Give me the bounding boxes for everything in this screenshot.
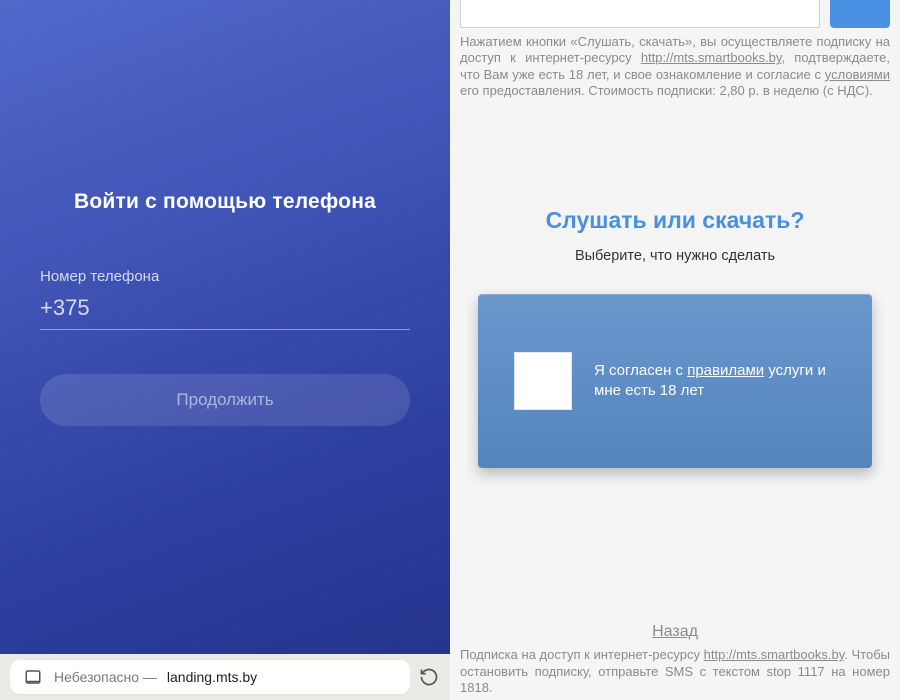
continue-button[interactable]: Продолжить xyxy=(40,374,410,426)
address-domain: landing.mts.by xyxy=(167,669,257,685)
reader-mode-icon[interactable] xyxy=(22,666,44,688)
insecure-label: Небезопасно — xyxy=(54,669,157,685)
browser-address-bar: Небезопасно — landing.mts.by xyxy=(0,654,450,700)
top-terms-text: Нажатием кнопки «Слушать, скачать», вы о… xyxy=(460,34,890,99)
terms-conditions-link[interactable]: условиями xyxy=(825,67,890,82)
consent-rules-link[interactable]: правилами xyxy=(687,362,764,379)
consent-checkbox[interactable] xyxy=(514,352,572,410)
listen-or-download-subtitle: Выберите, что нужно сделать xyxy=(460,248,890,264)
top-submit-button[interactable] xyxy=(830,0,890,28)
listen-or-download-title: Слушать или скачать? xyxy=(460,207,890,234)
footer-resource-link[interactable]: http://mts.smartbooks.by xyxy=(704,647,845,662)
right-pane: Нажатием кнопки «Слушать, скачать», вы о… xyxy=(450,0,900,700)
phone-label: Номер телефона xyxy=(40,268,410,285)
back-link[interactable]: Назад xyxy=(460,623,890,641)
left-pane: Войти с помощью телефона Номер телефона … xyxy=(0,0,450,700)
address-chip[interactable]: Небезопасно — landing.mts.by xyxy=(10,660,410,694)
footer-terms-text: Подписка на доступ к интернет-ресурсу ht… xyxy=(460,647,890,700)
consent-card: Я согласен с правилами услуги и мне есть… xyxy=(478,294,872,468)
phone-input[interactable] xyxy=(40,289,410,330)
top-input-row xyxy=(460,0,890,28)
login-title: Войти с помощью телефона xyxy=(40,190,410,214)
terms-resource-link[interactable]: http://mts.smartbooks.by xyxy=(641,50,782,65)
mid-heading-block: Слушать или скачать? Выберите, что нужно… xyxy=(460,207,890,264)
top-text-input[interactable] xyxy=(460,0,820,28)
consent-text: Я согласен с правилами услуги и мне есть… xyxy=(594,361,836,402)
login-screen: Войти с помощью телефона Номер телефона … xyxy=(0,0,450,654)
reload-icon[interactable] xyxy=(418,666,440,688)
